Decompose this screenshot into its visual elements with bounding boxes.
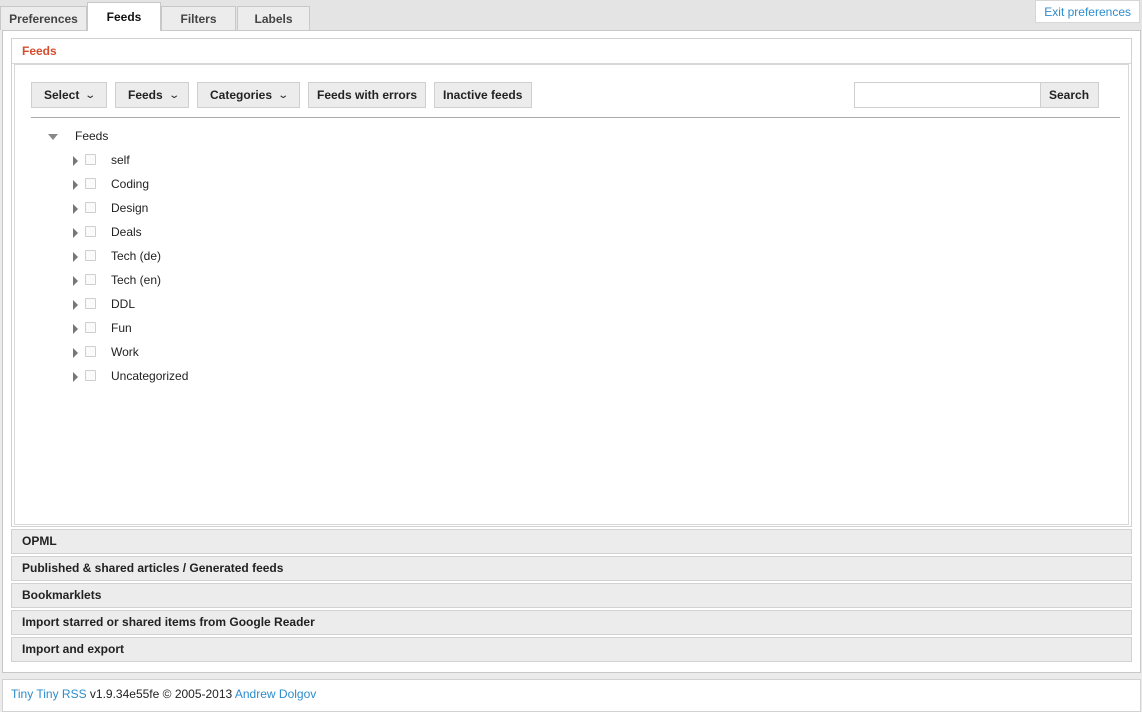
tab-bar: Preferences Feeds Filters Labels Exit pr…: [0, 0, 1142, 31]
collapse-arrow-icon[interactable]: [73, 348, 78, 358]
category-label: Fun: [111, 321, 132, 335]
category-checkbox[interactable]: [85, 298, 96, 309]
chevron-down-icon: ⌄: [84, 89, 97, 101]
category-label: Design: [111, 201, 149, 215]
category-row[interactable]: Design: [45, 199, 445, 219]
category-label: Tech (en): [111, 273, 162, 287]
tree-root-label: Feeds: [75, 129, 109, 143]
category-checkbox[interactable]: [85, 202, 96, 213]
feed-tree: Feeds self Coding Design Deals Tech (de)…: [45, 127, 1105, 517]
category-row[interactable]: Coding: [45, 175, 445, 195]
category-checkbox[interactable]: [85, 226, 96, 237]
feeds-editor: Select ⌄ Feeds ⌄ Categories ⌄ Feeds with…: [14, 64, 1129, 525]
section-published-shared-articles[interactable]: Published & shared articles / Generated …: [11, 556, 1132, 581]
collapse-arrow-icon[interactable]: [73, 372, 78, 382]
section-import-google-reader[interactable]: Import starred or shared items from Goog…: [11, 610, 1132, 635]
inactive-feeds-button[interactable]: Inactive feeds: [434, 82, 532, 108]
app-name-link[interactable]: Tiny Tiny RSS: [11, 687, 87, 701]
author-link[interactable]: Andrew Dolgov: [235, 687, 316, 701]
preferences-content: Feeds Select ⌄ Feeds ⌄ Categories ⌄ Feed…: [2, 30, 1141, 673]
feeds-dropdown-button[interactable]: Feeds ⌄: [115, 82, 189, 108]
category-label: Coding: [111, 177, 150, 191]
section-opml[interactable]: OPML: [11, 529, 1132, 554]
category-row[interactable]: DDL: [45, 295, 445, 315]
category-checkbox[interactable]: [85, 322, 96, 333]
footer: Tiny Tiny RSS v1.9.34e55fe © 2005-2013 A…: [2, 679, 1141, 712]
exit-preferences-button[interactable]: Exit preferences: [1035, 0, 1140, 23]
select-button-label: Select: [44, 88, 80, 102]
tab-labels[interactable]: Labels: [237, 6, 310, 30]
collapse-arrow-icon[interactable]: [73, 252, 78, 262]
expand-arrow-icon[interactable]: [48, 134, 58, 140]
category-row[interactable]: Deals: [45, 223, 445, 243]
collapse-arrow-icon[interactable]: [73, 300, 78, 310]
section-import-export[interactable]: Import and export: [11, 637, 1132, 662]
category-row[interactable]: Tech (de): [45, 247, 445, 267]
category-label: self: [111, 153, 130, 167]
collapse-arrow-icon[interactable]: [73, 180, 78, 190]
search-button[interactable]: Search: [1040, 82, 1099, 108]
category-checkbox[interactable]: [85, 274, 96, 285]
select-dropdown-button[interactable]: Select ⌄: [31, 82, 107, 108]
category-label: Tech (de): [111, 249, 162, 263]
category-checkbox[interactable]: [85, 370, 96, 381]
collapse-arrow-icon[interactable]: [73, 156, 78, 166]
category-label: Work: [111, 345, 139, 359]
category-checkbox[interactable]: [85, 250, 96, 261]
version-text: v1.9.34e55fe © 2005-2013: [86, 687, 235, 701]
section-bookmarklets[interactable]: Bookmarklets: [11, 583, 1132, 608]
category-row[interactable]: Work: [45, 343, 445, 363]
collapse-arrow-icon[interactable]: [73, 228, 78, 238]
category-checkbox[interactable]: [85, 346, 96, 357]
feeds-pane: Feeds Select ⌄ Feeds ⌄ Categories ⌄ Feed…: [11, 38, 1132, 527]
categories-button-label: Categories: [210, 88, 273, 102]
collapse-arrow-icon[interactable]: [73, 324, 78, 334]
category-label: Uncategorized: [111, 369, 189, 383]
tab-preferences[interactable]: Preferences: [0, 6, 87, 30]
category-label: DDL: [111, 297, 136, 311]
tab-filters[interactable]: Filters: [161, 6, 236, 30]
category-row[interactable]: Tech (en): [45, 271, 445, 291]
chevron-down-icon: ⌄: [168, 89, 180, 101]
category-row[interactable]: Uncategorized: [45, 367, 445, 387]
category-label: Deals: [111, 225, 142, 239]
category-row[interactable]: Fun: [45, 319, 445, 339]
category-checkbox[interactable]: [85, 178, 96, 189]
search-input[interactable]: [854, 82, 1052, 108]
categories-dropdown-button[interactable]: Categories ⌄: [197, 82, 300, 108]
feeds-button-label: Feeds: [128, 88, 163, 102]
chevron-down-icon: ⌄: [277, 89, 290, 101]
collapse-arrow-icon[interactable]: [73, 204, 78, 214]
collapse-arrow-icon[interactable]: [73, 276, 78, 286]
feeds-pane-title[interactable]: Feeds: [12, 39, 1131, 64]
tab-feeds[interactable]: Feeds: [87, 2, 161, 31]
category-row[interactable]: self: [45, 151, 445, 171]
feeds-toolbar: Select ⌄ Feeds ⌄ Categories ⌄ Feeds with…: [31, 81, 1120, 118]
category-checkbox[interactable]: [85, 154, 96, 165]
feeds-with-errors-button[interactable]: Feeds with errors: [308, 82, 426, 108]
